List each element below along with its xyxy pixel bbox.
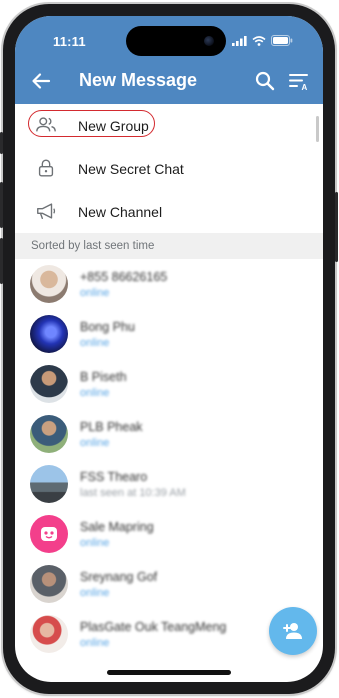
avatar xyxy=(30,315,68,353)
megaphone-icon xyxy=(37,203,56,220)
status-icons xyxy=(232,35,293,46)
avatar xyxy=(30,265,68,303)
avatar xyxy=(30,365,68,403)
contact-item[interactable]: PLB Pheak online xyxy=(15,409,323,459)
status-time: 11:11 xyxy=(53,34,86,49)
contact-status: online xyxy=(80,537,110,549)
phone-frame: 11:11 New Message A New Group New Secret… xyxy=(0,4,338,694)
contact-status: online xyxy=(80,387,110,399)
new-group-button[interactable]: New Group xyxy=(15,104,323,147)
page-title: New Message xyxy=(79,70,198,90)
users-icon xyxy=(36,117,56,132)
contact-status: online xyxy=(80,587,110,599)
side-button xyxy=(0,132,3,154)
new-secret-chat-button[interactable]: New Secret Chat xyxy=(15,147,323,190)
contact-status: online xyxy=(80,437,110,449)
contact-name: PlasGate Ouk TeangMeng xyxy=(80,620,227,634)
signal-icon xyxy=(232,35,247,46)
contact-name: Bong Phu xyxy=(80,320,135,334)
power-button xyxy=(335,192,338,262)
contact-name: FSS Thearo xyxy=(80,470,148,484)
status-bar: 11:11 xyxy=(15,16,323,58)
contact-item[interactable]: FSS Thearo last seen at 10:39 AM xyxy=(15,459,323,509)
camera-icon xyxy=(204,36,214,46)
avatar xyxy=(30,415,68,453)
contact-item[interactable]: Sale Mapring online xyxy=(15,509,323,559)
new-channel-label: New Channel xyxy=(78,203,163,220)
avatar xyxy=(30,465,68,503)
dynamic-island xyxy=(126,26,226,56)
avatar xyxy=(30,515,68,553)
contact-name: B Piseth xyxy=(80,370,127,384)
contact-name: Sale Mapring xyxy=(80,520,154,534)
contact-status: online xyxy=(80,337,110,349)
wifi-icon xyxy=(252,35,266,46)
avatar xyxy=(30,615,68,653)
contact-item[interactable]: +855 86626165 online xyxy=(15,259,323,309)
home-indicator[interactable] xyxy=(107,670,231,675)
svg-text:A: A xyxy=(302,83,308,92)
search-icon[interactable] xyxy=(253,69,277,93)
contact-item[interactable]: Sreynang Gof online xyxy=(15,559,323,609)
contact-status: last seen at 10:39 AM xyxy=(80,487,186,499)
add-contact-button[interactable] xyxy=(269,607,317,655)
contact-item[interactable]: Bong Phu online xyxy=(15,309,323,359)
contact-item[interactable]: B Piseth online xyxy=(15,359,323,409)
battery-icon xyxy=(271,35,293,46)
add-contact-icon xyxy=(283,623,302,639)
contact-name: Sreynang Gof xyxy=(80,570,158,584)
content: New Group New Secret Chat New Channel So… xyxy=(15,104,323,682)
sort-icon[interactable]: A xyxy=(287,69,311,93)
arrow-left-icon[interactable] xyxy=(29,69,53,93)
contact-status: online xyxy=(80,637,110,649)
new-group-label: New Group xyxy=(78,117,149,134)
contact-status: online xyxy=(80,287,110,299)
new-channel-button[interactable]: New Channel xyxy=(15,190,323,233)
app-bar: New Message A xyxy=(15,58,323,104)
avatar xyxy=(30,565,68,603)
screen: 11:11 New Message A New Group New Secret… xyxy=(15,16,323,682)
volume-down-button xyxy=(0,238,3,284)
volume-up-button xyxy=(0,182,3,228)
contact-name: +855 86626165 xyxy=(80,270,168,284)
lock-icon xyxy=(38,159,54,177)
contact-name: PLB Pheak xyxy=(80,420,143,434)
new-secret-chat-label: New Secret Chat xyxy=(78,160,184,177)
store-logo-icon xyxy=(41,527,57,541)
section-header: Sorted by last seen time xyxy=(15,233,323,259)
